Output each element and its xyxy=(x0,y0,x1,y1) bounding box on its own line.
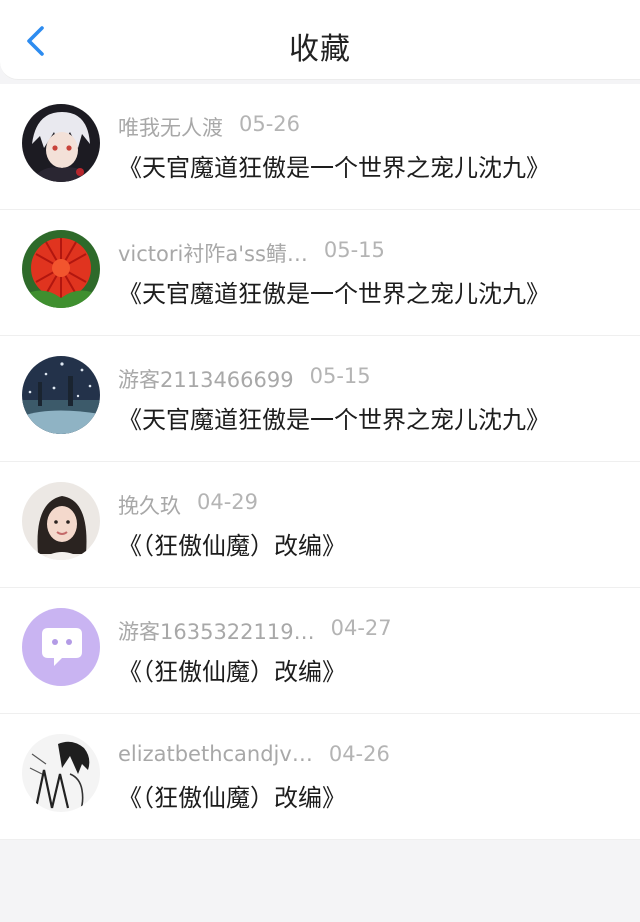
username[interactable]: victori衬阼a'ss鲭… xyxy=(118,238,308,268)
chat-bubble-avatar[interactable] xyxy=(22,608,100,686)
work-title[interactable]: 《天官魔道狂傲是一个世界之宠儿沈九》 xyxy=(118,148,630,183)
list-item[interactable]: 唯我无人渡 05-26 《天官魔道狂傲是一个世界之宠儿沈九》 xyxy=(0,84,640,210)
username[interactable]: 唯我无人渡 xyxy=(118,112,223,142)
work-title[interactable]: 《（狂傲仙魔）改编》 xyxy=(118,778,630,813)
work-title[interactable]: 《（狂傲仙魔）改编》 xyxy=(118,652,630,687)
item-meta: 游客1635322119… 04-27 xyxy=(118,616,392,644)
list-item[interactable]: elizatbethcandjv… 04-26 《（狂傲仙魔）改编》 xyxy=(0,714,640,840)
list-item[interactable]: 挽久玖 04-29 《（狂傲仙魔）改编》 xyxy=(0,462,640,588)
page-title: 收藏 xyxy=(289,32,351,67)
date: 04-29 xyxy=(197,490,259,514)
username[interactable]: 挽久玖 xyxy=(118,490,181,520)
item-meta: 唯我无人渡 05-26 xyxy=(118,112,300,140)
empty-area xyxy=(0,840,640,922)
date: 04-26 xyxy=(328,742,390,766)
work-title[interactable]: 《天官魔道狂傲是一个世界之宠儿沈九》 xyxy=(118,274,630,309)
item-meta: elizatbethcandjv… 04-26 xyxy=(118,742,390,770)
item-meta: 游客2113466699 05-15 xyxy=(118,364,371,392)
sketch-avatar[interactable] xyxy=(22,734,100,812)
date: 05-15 xyxy=(323,238,385,262)
date: 05-15 xyxy=(309,364,371,388)
list-item[interactable]: victori衬阼a'ss鲭… 05-15 《天官魔道狂傲是一个世界之宠儿沈九》 xyxy=(0,210,640,336)
work-title[interactable]: 《天官魔道狂傲是一个世界之宠儿沈九》 xyxy=(118,400,630,435)
anime-character-avatar[interactable] xyxy=(22,104,100,182)
header-bar: 收藏 xyxy=(0,0,640,80)
username[interactable]: 游客1635322119… xyxy=(118,616,315,646)
item-meta: victori衬阼a'ss鲭… 05-15 xyxy=(118,238,385,266)
red-cactus-avatar[interactable] xyxy=(22,230,100,308)
girl-photo-avatar[interactable] xyxy=(22,482,100,560)
username[interactable]: elizatbethcandjv… xyxy=(118,742,313,766)
list-item[interactable]: 游客2113466699 05-15 《天官魔道狂傲是一个世界之宠儿沈九》 xyxy=(0,336,640,462)
favorites-list: 唯我无人渡 05-26 《天官魔道狂傲是一个世界之宠儿沈九》 victori衬阼a… xyxy=(0,84,640,840)
list-item[interactable]: 游客1635322119… 04-27 《（狂傲仙魔）改编》 xyxy=(0,588,640,714)
work-title[interactable]: 《（狂傲仙魔）改编》 xyxy=(118,526,630,561)
item-meta: 挽久玖 04-29 xyxy=(118,490,258,518)
snowy-night-avatar[interactable] xyxy=(22,356,100,434)
date: 04-27 xyxy=(330,616,392,640)
username[interactable]: 游客2113466699 xyxy=(118,364,294,394)
date: 05-26 xyxy=(239,112,301,136)
